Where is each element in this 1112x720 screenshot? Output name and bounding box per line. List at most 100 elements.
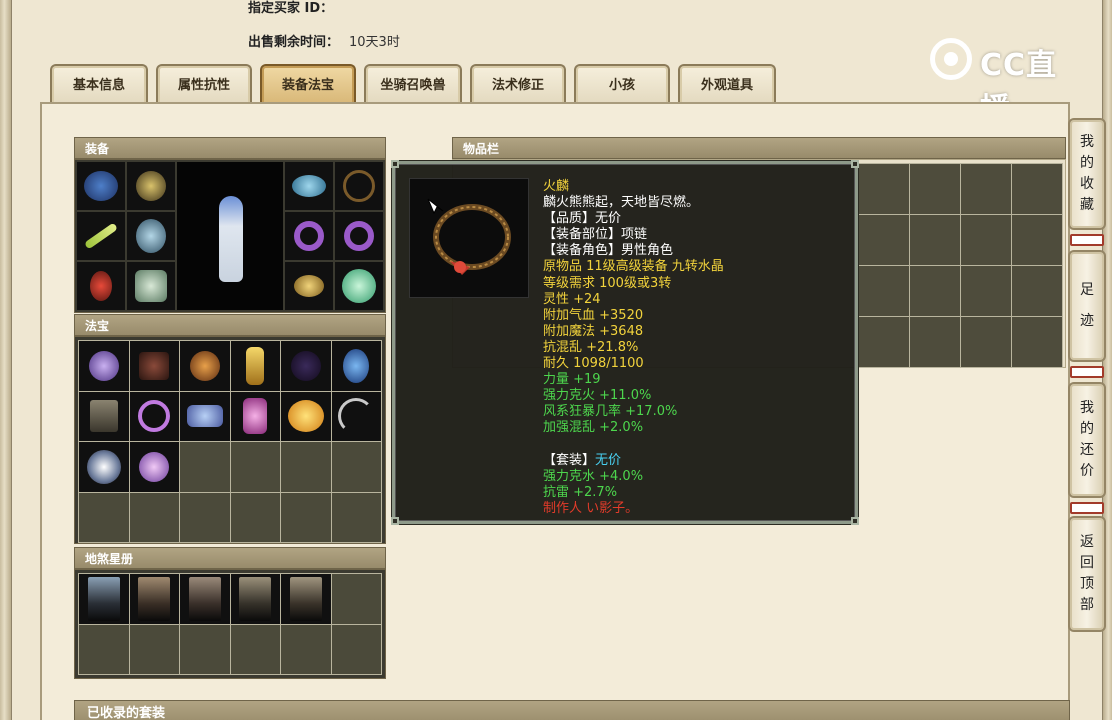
empty-slot[interactable] (331, 492, 381, 542)
empty-slot[interactable] (230, 624, 280, 674)
treasure-slot[interactable] (281, 391, 331, 441)
treasure-slot[interactable] (230, 391, 280, 441)
equip-slot-armor[interactable] (127, 212, 175, 260)
equip-slot-belt[interactable] (285, 262, 333, 310)
equip-slot-ring-left[interactable] (285, 212, 333, 260)
inventory-slot[interactable] (859, 317, 909, 367)
treasure-slot[interactable] (79, 341, 129, 391)
tab-child[interactable]: 小孩 (574, 64, 670, 104)
tab-equipment[interactable]: 装备法宝 (260, 64, 356, 104)
inventory-slot[interactable] (1012, 266, 1062, 316)
empty-slot[interactable] (180, 442, 230, 492)
inventory-slot[interactable] (910, 317, 960, 367)
star-card-slot[interactable] (180, 574, 230, 624)
treasure-slot[interactable] (129, 391, 179, 441)
empty-slot[interactable] (180, 492, 230, 542)
empty-slot[interactable] (79, 624, 129, 674)
star-card-slot[interactable] (79, 574, 129, 624)
empty-slot[interactable] (331, 574, 381, 624)
equip-slot-blade[interactable] (77, 212, 125, 260)
treasure-slot[interactable] (331, 391, 381, 441)
inventory-slot[interactable] (961, 266, 1011, 316)
star-card-slot[interactable] (281, 574, 331, 624)
treasure-slot[interactable] (180, 391, 230, 441)
empty-slot[interactable] (230, 442, 280, 492)
tab-spell-mods[interactable]: 法术修正 (470, 64, 566, 104)
treasure-slot[interactable] (230, 341, 280, 391)
empty-slot[interactable] (281, 624, 331, 674)
treasure-icon (139, 451, 170, 482)
item-description: 麟火熊熊起，天地皆尽燃。 (543, 195, 700, 211)
set-line: 【套装】无价 (543, 453, 724, 469)
inventory-slot[interactable] (1012, 317, 1062, 367)
my-favorites-button[interactable]: 我的收藏 (1068, 118, 1106, 230)
weapon-icon (136, 171, 166, 201)
inventory-slot[interactable] (961, 317, 1011, 367)
empty-slot[interactable] (281, 492, 331, 542)
inventory-slot[interactable] (1012, 215, 1062, 265)
treasure-slot[interactable] (129, 341, 179, 391)
tab-mounts-pets[interactable]: 坐骑召唤兽 (364, 64, 462, 104)
bonus-fire: 强力克火 +11.0% (543, 388, 652, 404)
orb-icon (342, 269, 376, 303)
equip-slot-ring-right[interactable] (335, 212, 383, 260)
blade-icon (83, 222, 119, 250)
inventory-slot[interactable] (910, 164, 960, 214)
inventory-slot[interactable] (1012, 164, 1062, 214)
empty-slot[interactable] (230, 492, 280, 542)
equip-slot-helmet[interactable] (77, 162, 125, 210)
inventory-slot[interactable] (910, 266, 960, 316)
treasure-slot[interactable] (281, 341, 331, 391)
warrior-card-icon (138, 576, 171, 621)
empty-slot[interactable] (79, 492, 129, 542)
tab-basic-info[interactable]: 基本信息 (50, 64, 148, 104)
star-card-slot[interactable] (230, 574, 280, 624)
inventory-slot[interactable] (961, 215, 1011, 265)
equip-slot-amulet[interactable] (77, 262, 125, 310)
empty-slot[interactable] (331, 624, 381, 674)
amulet-icon (90, 271, 112, 301)
treasure-slot[interactable] (129, 442, 179, 492)
armor-icon (136, 219, 166, 253)
equip-slot-necklace[interactable] (335, 162, 383, 210)
equipment-header: 装备 (74, 137, 386, 159)
treasure-icon (189, 350, 220, 381)
stat-chaos-resist: 抗混乱 +21.8% (543, 339, 639, 355)
tab-attributes[interactable]: 属性抗性 (156, 64, 252, 104)
treasure-slot[interactable] (180, 341, 230, 391)
inventory-slot[interactable] (910, 215, 960, 265)
equip-slot-mask[interactable] (285, 162, 333, 210)
cursor-icon (427, 198, 444, 215)
treasure-slot[interactable] (79, 442, 129, 492)
warrior-card-icon (87, 576, 120, 621)
item-slot: 【装备部位】项链 (543, 227, 648, 243)
treasure-icon (338, 398, 375, 435)
inventory-slot[interactable] (859, 215, 909, 265)
treasure-icon (139, 351, 170, 380)
equip-slot-weapon[interactable] (127, 162, 175, 210)
stat-lingxing: 灵性 +24 (543, 291, 601, 307)
treasure-slot[interactable] (331, 341, 381, 391)
empty-slot[interactable] (129, 624, 179, 674)
treasure-icon (89, 400, 118, 433)
item-durability: 耐久 1098/1100 (543, 356, 644, 372)
equip-slot-boots[interactable] (127, 262, 175, 310)
my-counteroffers-button[interactable]: 我的还价 (1068, 382, 1106, 498)
empty-slot[interactable] (180, 624, 230, 674)
inventory-slot[interactable] (961, 164, 1011, 214)
empty-slot[interactable] (281, 442, 331, 492)
empty-slot[interactable] (331, 442, 381, 492)
item-level-req: 等级需求 100级或3转 (543, 275, 672, 291)
inventory-slot[interactable] (859, 266, 909, 316)
designated-buyer-label: 指定买家 ID： (248, 1, 334, 16)
tab-appearance[interactable]: 外观道具 (678, 64, 776, 104)
equip-slot-orb[interactable] (335, 262, 383, 310)
star-card-slot[interactable] (129, 574, 179, 624)
inventory-grid (858, 163, 1063, 368)
empty-slot[interactable] (129, 492, 179, 542)
inventory-slot[interactable] (859, 164, 909, 214)
treasure-slot[interactable] (79, 391, 129, 441)
back-to-top-button[interactable]: 返回顶部 (1068, 516, 1106, 632)
warrior-card-icon (289, 576, 322, 621)
footprints-button[interactable]: 足迹 (1068, 250, 1106, 362)
